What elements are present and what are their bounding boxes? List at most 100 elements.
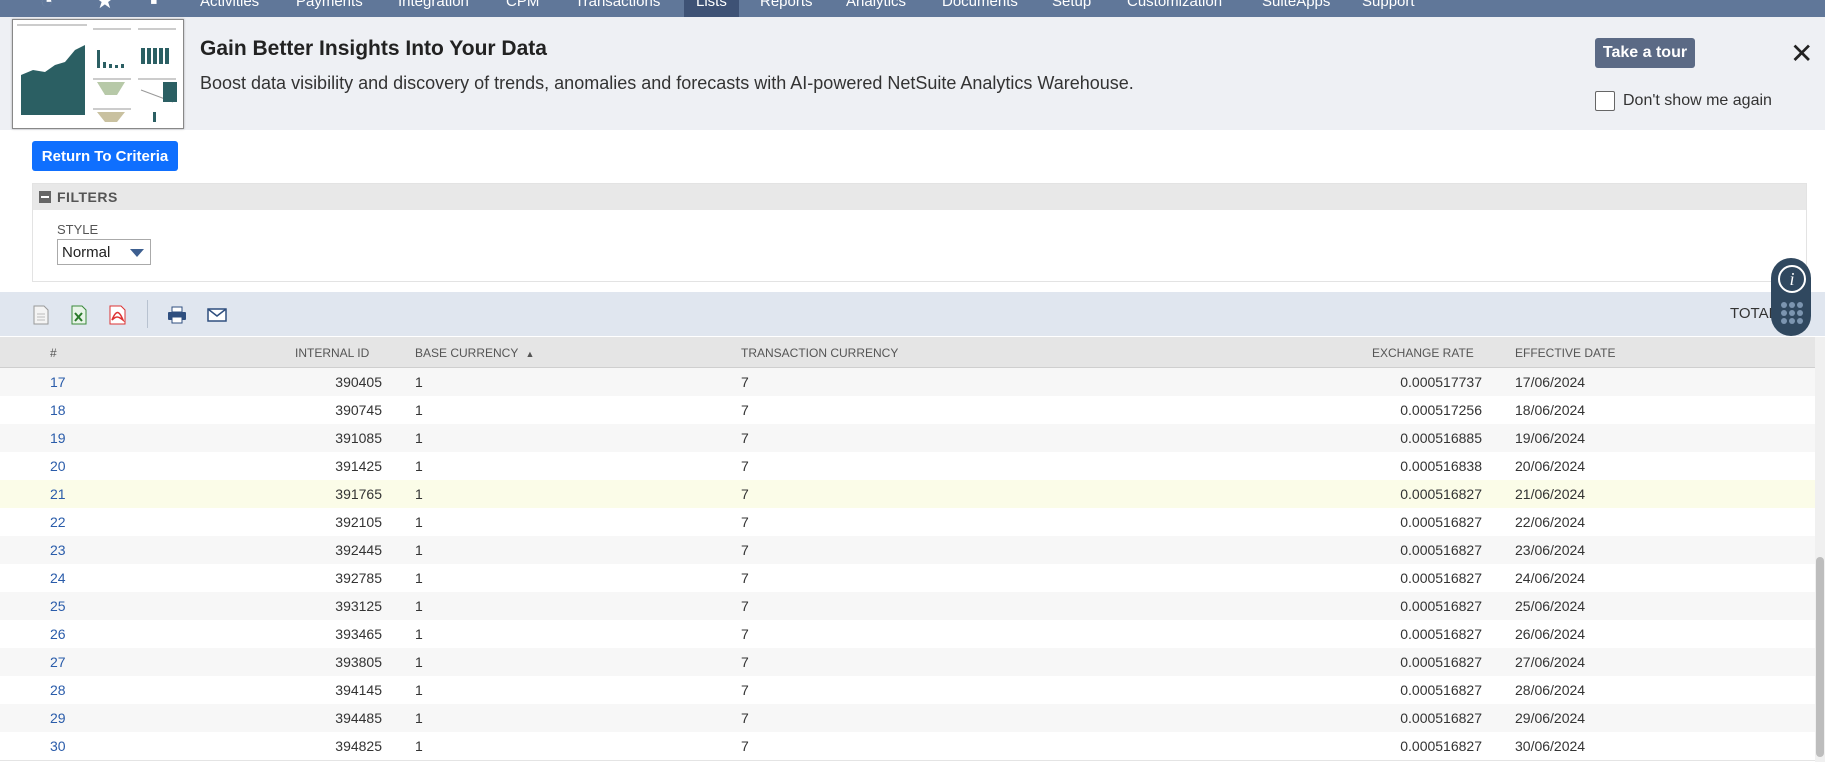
- nav-item-payments[interactable]: Payments: [284, 0, 375, 12]
- exchange-rate-cell: 0.000516827: [1400, 654, 1482, 670]
- internal-id-cell: 392105: [335, 514, 382, 530]
- row-number-link[interactable]: 18: [50, 402, 70, 418]
- close-icon[interactable]: ✕: [1790, 39, 1813, 69]
- style-label: STYLE: [57, 222, 99, 237]
- table-row[interactable]: 20 391425 1 7 0.000516838 20/06/2024: [0, 452, 1815, 481]
- exchange-rate-cell: 0.000516827: [1400, 598, 1482, 614]
- col-header-exchange-rate[interactable]: EXCHANGE RATE: [1372, 346, 1474, 360]
- row-number-link[interactable]: 17: [50, 374, 70, 390]
- exchange-rate-cell: 0.000517256: [1400, 402, 1482, 418]
- base-currency-cell: 1: [415, 626, 423, 642]
- nav-item-suiteapps[interactable]: SuiteApps: [1250, 0, 1342, 12]
- row-number-link[interactable]: 20: [50, 458, 70, 474]
- nav-item-integration[interactable]: Integration: [386, 0, 481, 12]
- table-row[interactable]: 26 393465 1 7 0.000516827 26/06/2024: [0, 620, 1815, 649]
- nav-item-customization[interactable]: Customization: [1115, 0, 1234, 12]
- exchange-rate-cell: 0.000516827: [1400, 626, 1482, 642]
- collapse-icon[interactable]: [39, 191, 51, 203]
- internal-id-cell: 392445: [335, 542, 382, 558]
- col-header-base-currency[interactable]: BASE CURRENCY ▲: [415, 346, 534, 360]
- table-row[interactable]: 25 393125 1 7 0.000516827 25/06/2024: [0, 592, 1815, 621]
- base-currency-cell: 1: [415, 570, 423, 586]
- nav-item-activities[interactable]: Activities: [188, 0, 271, 12]
- table-row[interactable]: 29 394485 1 7 0.000516827 29/06/2024: [0, 704, 1815, 733]
- help-widget[interactable]: i: [1771, 258, 1811, 336]
- transaction-currency-cell: 7: [741, 710, 749, 726]
- table-row[interactable]: 30 394825 1 7 0.000516827 30/06/2024: [0, 732, 1815, 761]
- style-select[interactable]: Normal: [57, 239, 151, 265]
- export-csv-icon[interactable]: [30, 304, 52, 326]
- recent-icon[interactable]: ◔: [40, 0, 53, 12]
- star-icon[interactable]: ★: [95, 0, 115, 12]
- table-row[interactable]: 27 393805 1 7 0.000516827 27/06/2024: [0, 648, 1815, 677]
- filters-header[interactable]: FILTERS: [33, 184, 1806, 210]
- col-header-internal-id[interactable]: INTERNAL ID: [295, 346, 369, 360]
- home-icon[interactable]: ▪: [150, 0, 158, 12]
- row-number-link[interactable]: 25: [50, 598, 70, 614]
- nav-item-reports[interactable]: Reports: [748, 0, 825, 12]
- dont-show-again-checkbox[interactable]: [1595, 91, 1615, 111]
- print-icon[interactable]: [166, 304, 188, 326]
- vertical-scrollbar[interactable]: [1815, 337, 1825, 762]
- table-row[interactable]: 24 392785 1 7 0.000516827 24/06/2024: [0, 564, 1815, 593]
- internal-id-cell: 393465: [335, 626, 382, 642]
- apps-grid-icon[interactable]: [1781, 302, 1803, 324]
- table-row[interactable]: 18 390745 1 7 0.000517256 18/06/2024: [0, 396, 1815, 425]
- exchange-rate-cell: 0.000516838: [1400, 458, 1482, 474]
- nav-item-documents[interactable]: Documents: [930, 0, 1030, 12]
- results-toolbar: TOTAL: [0, 292, 1825, 336]
- row-number-link[interactable]: 27: [50, 654, 70, 670]
- row-number-link[interactable]: 30: [50, 738, 70, 754]
- row-number-link[interactable]: 19: [50, 430, 70, 446]
- nav-item-support[interactable]: Support: [1350, 0, 1427, 12]
- table-row[interactable]: 28 394145 1 7 0.000516827 28/06/2024: [0, 676, 1815, 705]
- export-excel-icon[interactable]: [68, 304, 90, 326]
- export-pdf-icon[interactable]: [107, 304, 129, 326]
- base-currency-cell: 1: [415, 654, 423, 670]
- transaction-currency-cell: 7: [741, 542, 749, 558]
- internal-id-cell: 394485: [335, 710, 382, 726]
- table-row[interactable]: 17 390405 1 7 0.000517737 17/06/2024: [0, 368, 1815, 397]
- exchange-rate-cell: 0.000516827: [1400, 486, 1482, 502]
- internal-id-cell: 391765: [335, 486, 382, 502]
- transaction-currency-cell: 7: [741, 458, 749, 474]
- base-currency-cell: 1: [415, 374, 423, 390]
- row-number-link[interactable]: 29: [50, 710, 70, 726]
- nav-item-lists[interactable]: Lists: [684, 0, 739, 17]
- nav-item-cpm[interactable]: CPM: [494, 0, 551, 12]
- row-number-link[interactable]: 26: [50, 626, 70, 642]
- table-row[interactable]: 23 392445 1 7 0.000516827 23/06/2024: [0, 536, 1815, 565]
- effective-date-cell: 23/06/2024: [1515, 542, 1586, 558]
- effective-date-cell: 18/06/2024: [1515, 402, 1586, 418]
- table-row[interactable]: 22 392105 1 7 0.000516827 22/06/2024: [0, 508, 1815, 537]
- effective-date-cell: 21/06/2024: [1515, 486, 1586, 502]
- dont-show-again-option[interactable]: Don't show me again: [1595, 91, 1772, 111]
- exchange-rate-cell: 0.000516827: [1400, 682, 1482, 698]
- filters-panel: FILTERS STYLE Normal: [32, 183, 1807, 282]
- total-label: TOTAL: [1730, 305, 1777, 322]
- nav-item-analytics[interactable]: Analytics: [834, 0, 918, 12]
- take-a-tour-button[interactable]: Take a tour: [1595, 38, 1695, 68]
- row-number-link[interactable]: 24: [50, 570, 70, 586]
- col-header-effective-date[interactable]: EFFECTIVE DATE: [1515, 346, 1615, 360]
- banner-description: Boost data visibility and discovery of t…: [200, 73, 1134, 93]
- internal-id-cell: 394145: [335, 682, 382, 698]
- exchange-rate-cell: 0.000516827: [1400, 542, 1482, 558]
- col-header-transaction-currency[interactable]: TRANSACTION CURRENCY: [741, 346, 898, 360]
- email-icon[interactable]: [206, 304, 228, 326]
- transaction-currency-cell: 7: [741, 738, 749, 754]
- row-number-link[interactable]: 23: [50, 542, 70, 558]
- nav-item-setup[interactable]: Setup: [1040, 0, 1103, 12]
- table-row[interactable]: 19 391085 1 7 0.000516885 19/06/2024: [0, 424, 1815, 453]
- transaction-currency-cell: 7: [741, 486, 749, 502]
- row-number-link[interactable]: 28: [50, 682, 70, 698]
- info-icon[interactable]: i: [1778, 265, 1806, 293]
- row-number-link[interactable]: 21: [50, 486, 70, 502]
- scrollbar-thumb[interactable]: [1816, 557, 1824, 757]
- return-to-criteria-button[interactable]: Return To Criteria: [32, 141, 178, 171]
- row-number-link[interactable]: 22: [50, 514, 70, 530]
- col-header-num[interactable]: #: [50, 346, 57, 360]
- effective-date-cell: 26/06/2024: [1515, 626, 1586, 642]
- table-row-highlighted[interactable]: 21 391765 1 7 0.000516827 21/06/2024: [0, 480, 1815, 509]
- nav-item-transactions[interactable]: Transactions: [563, 0, 672, 12]
